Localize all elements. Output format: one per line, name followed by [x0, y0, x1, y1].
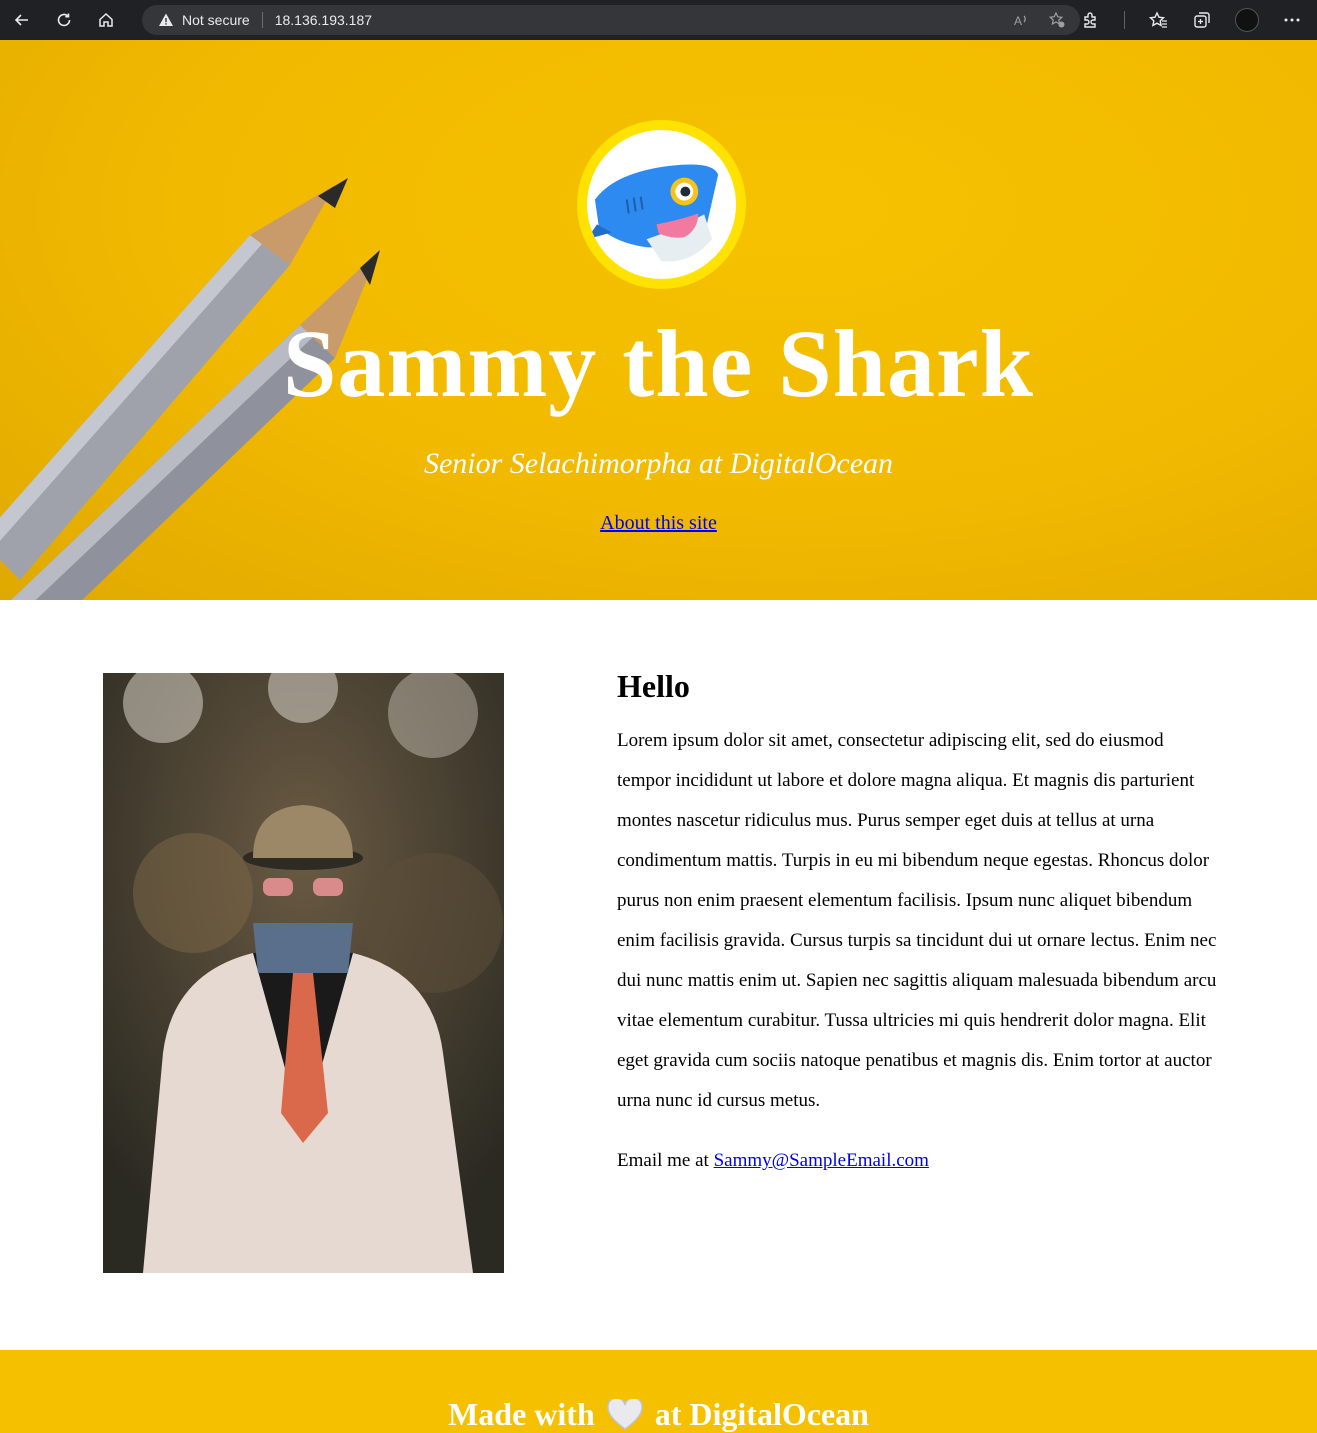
url-text[interactable]: 18.136.193.187: [275, 12, 372, 28]
browser-toolbar: Not secure 18.136.193.187 A: [0, 0, 1317, 40]
security-label[interactable]: Not secure: [182, 12, 250, 28]
shark-avatar: [577, 120, 746, 289]
content-body: Lorem ipsum dolor sit amet, consectetur …: [617, 730, 1217, 1111]
footer-text-before: Made with: [448, 1396, 595, 1432]
home-icon[interactable]: [92, 6, 120, 34]
add-favorite-icon[interactable]: [1048, 11, 1066, 29]
hero-banner: Sammy the Shark Senior Selachimorpha at …: [0, 40, 1317, 600]
email-line: Email me at Sammy@SampleEmail.com: [617, 1141, 1217, 1181]
page-title: Sammy the Shark: [282, 310, 1035, 417]
collections-icon[interactable]: [1191, 9, 1213, 31]
email-link[interactable]: Sammy@SampleEmail.com: [714, 1150, 929, 1171]
address-divider: [261, 12, 263, 28]
refresh-icon[interactable]: [50, 6, 78, 34]
toolbar-divider: [1124, 11, 1125, 29]
heart-icon: [606, 1398, 643, 1430]
email-prefix: Email me at: [617, 1150, 709, 1171]
profile-photo: [103, 673, 504, 1273]
favorites-icon[interactable]: [1147, 9, 1169, 31]
footer-text-after: at DigitalOcean: [654, 1396, 869, 1432]
more-icon[interactable]: [1281, 9, 1303, 31]
page-subtitle: Senior Selachimorpha at DigitalOcean: [423, 447, 894, 480]
profile-avatar[interactable]: [1235, 8, 1259, 32]
back-icon[interactable]: [8, 6, 36, 34]
svg-text:A: A: [1014, 14, 1022, 28]
site-footer: Made with at DigitalOcean: [0, 1350, 1317, 1433]
content-heading: Hello: [617, 668, 690, 704]
read-aloud-icon[interactable]: A: [1012, 11, 1030, 29]
main-content: Hello Lorem ipsum dolor sit amet, consec…: [617, 668, 1217, 1181]
warning-icon: [159, 13, 173, 26]
extensions-icon[interactable]: [1080, 9, 1102, 31]
about-link[interactable]: About this site: [600, 512, 717, 534]
address-bar[interactable]: Not secure 18.136.193.187 A: [142, 5, 1080, 35]
shark-icon: [587, 164, 719, 262]
